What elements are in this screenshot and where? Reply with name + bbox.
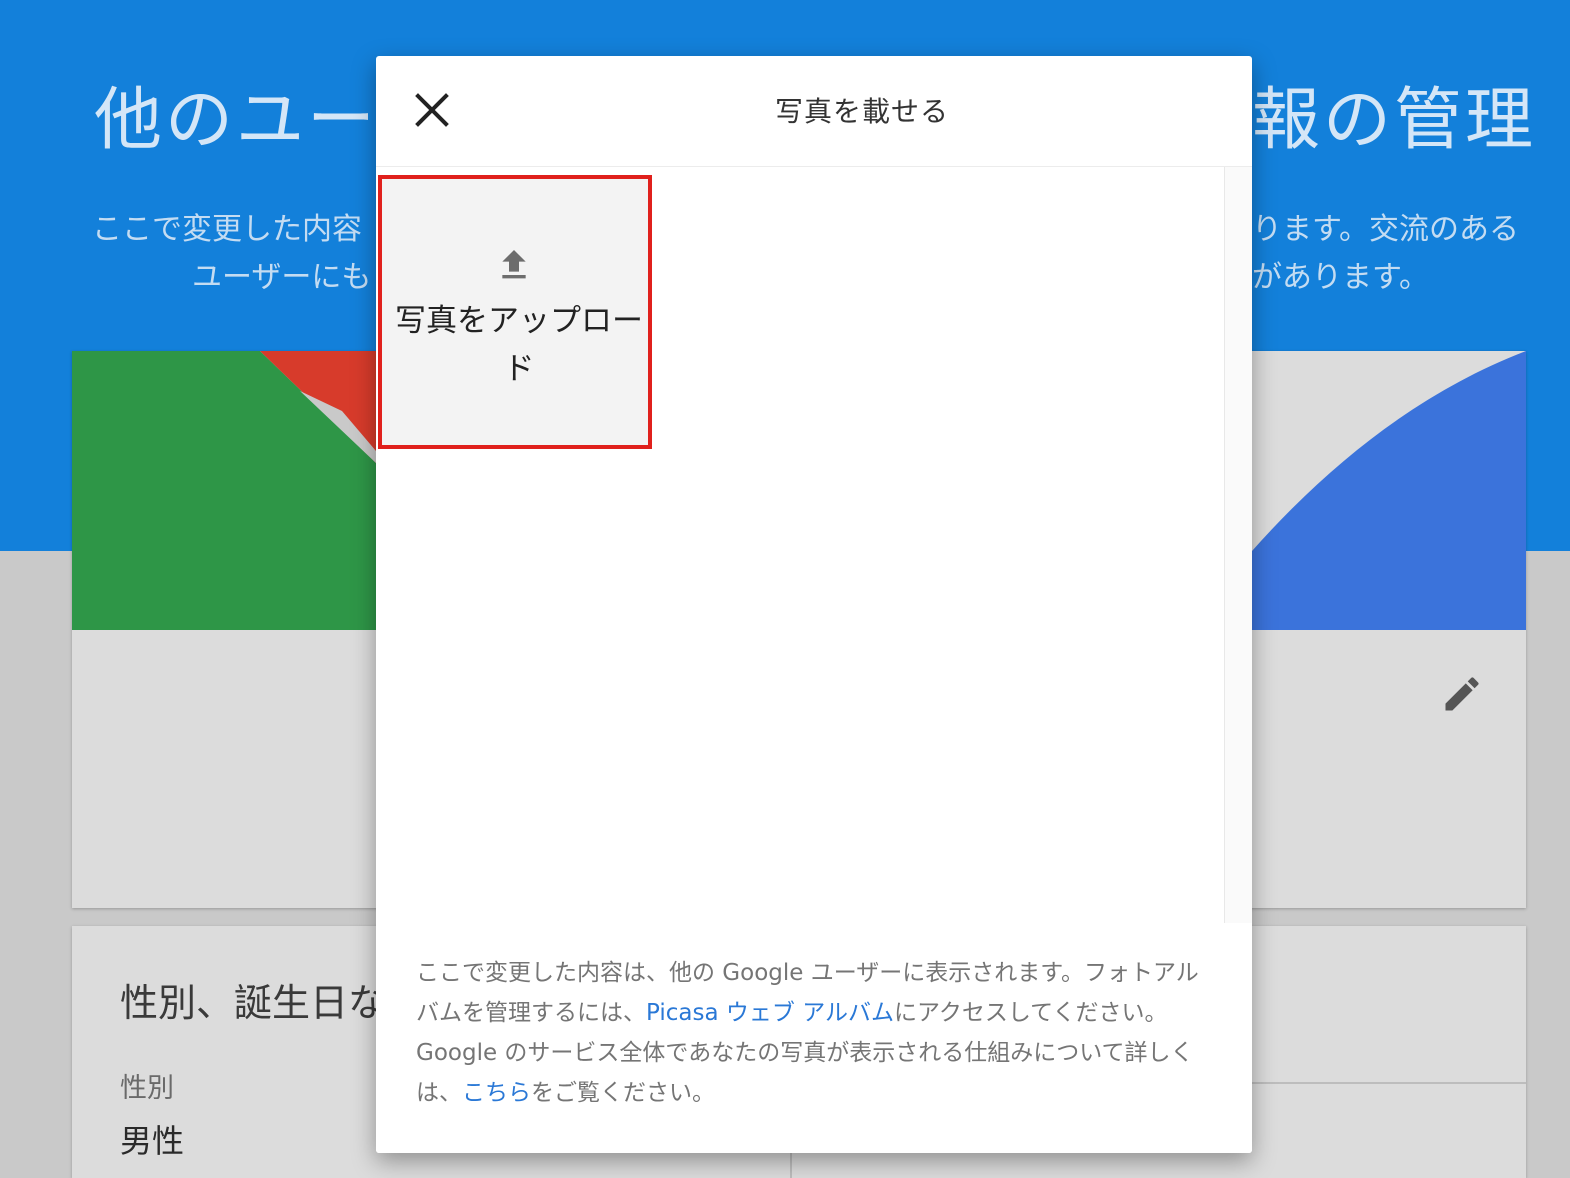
card-divider-horizontal [1252, 1082, 1526, 1084]
picasa-web-albums-link[interactable]: Picasa ウェブ アルバム [646, 1000, 894, 1026]
page-description-line1-right: ります。交流のある [1252, 212, 1519, 247]
basic-info-section-title: 性別、誕生日な [120, 981, 387, 1025]
card-divider-vertical [790, 1150, 792, 1178]
dialog-header: 写真を載せる [376, 56, 1252, 167]
upload-photo-dialog: 写真を載せる 写真をアップロード ここで変更した内容は、他の Google ユー… [376, 56, 1252, 1153]
footer-text-part3: をご覧ください。 [531, 1080, 715, 1106]
page-description-line2-left: ユーザーにも [192, 260, 372, 295]
upload-photo-label: 写真をアップロード [395, 303, 643, 387]
upload-icon [502, 250, 526, 279]
page-description-line2-right: があります。 [1252, 260, 1429, 295]
gender-value: 男性 [120, 1122, 185, 1160]
page-description-line1-left: ここで変更した内容 [92, 212, 362, 247]
dialog-title: 写真を載せる [774, 95, 949, 128]
edit-pencil-icon[interactable] [1440, 672, 1484, 716]
footer-help-text: ここで変更した内容は、他の Google ユーザーに表示されます。フォトアルバム… [416, 953, 1216, 1113]
photo-grid-area: 写真をアップロード [376, 167, 1224, 923]
gender-label: 性別 [120, 1073, 174, 1104]
upload-photo-button[interactable]: 写真をアップロード [378, 175, 652, 449]
dialog-footer: ここで変更した内容は、他の Google ユーザーに表示されます。フォトアルバム… [376, 923, 1252, 1153]
learn-more-link[interactable]: こちら [462, 1080, 531, 1106]
page-title-right: 報の管理 [1252, 81, 1537, 160]
scrollbar-track[interactable] [1224, 167, 1252, 923]
